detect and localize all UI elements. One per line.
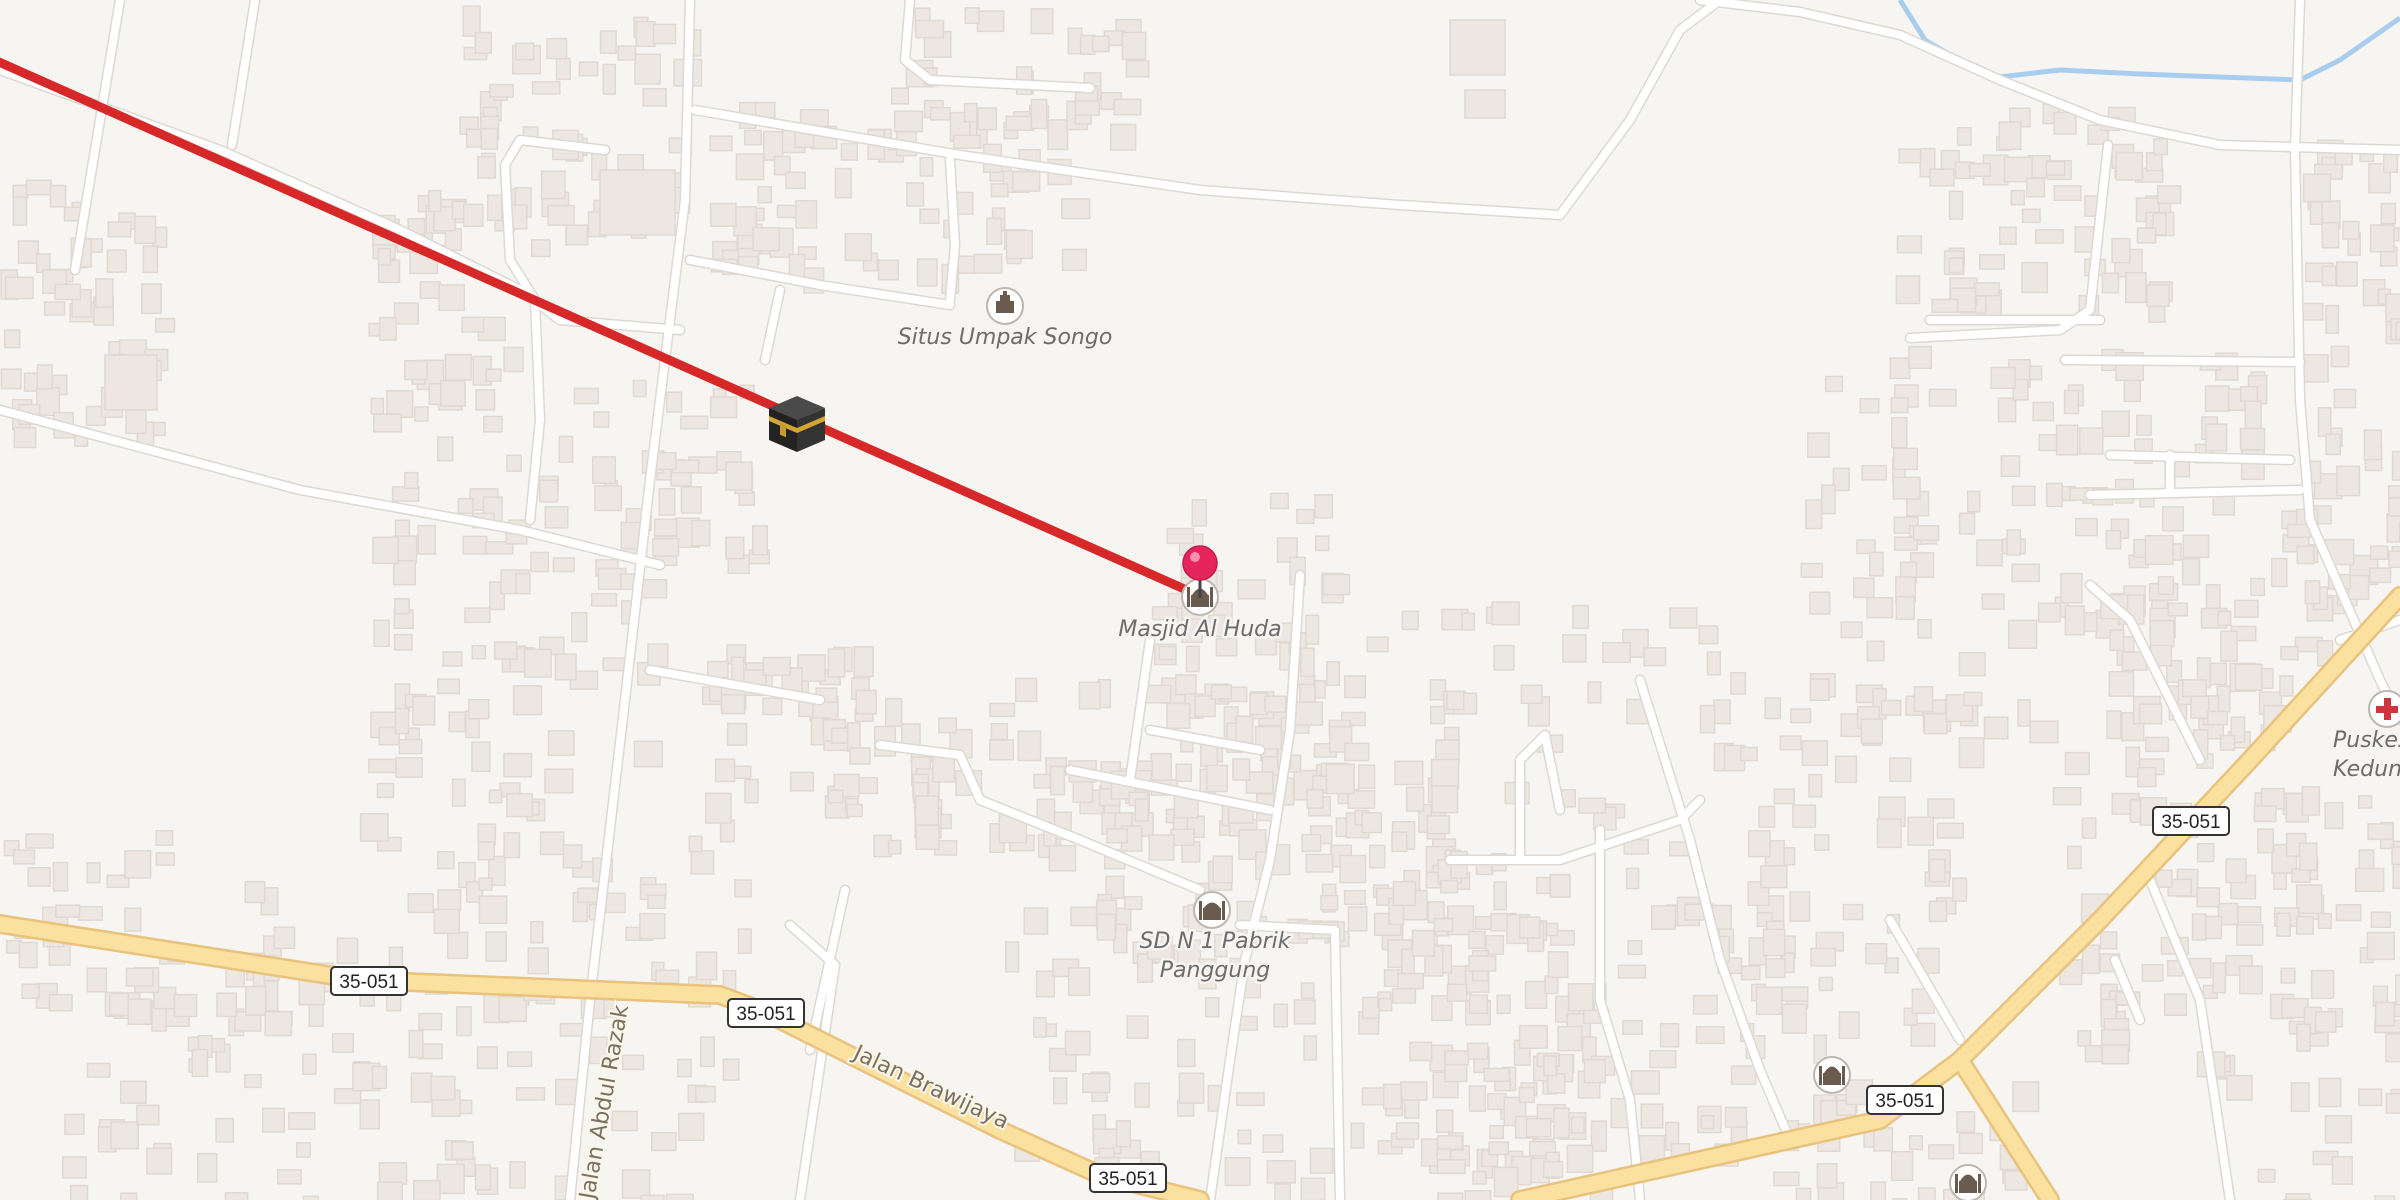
poi-label-line2: Panggung xyxy=(1160,958,1271,983)
poi-unlabeled[interactable] xyxy=(1813,1056,1851,1094)
svg-text:35-051: 35-051 xyxy=(736,1004,795,1025)
road-shield: 35-051 xyxy=(727,998,805,1028)
road-shield: 35-051 xyxy=(2152,806,2230,836)
kaaba-marker[interactable] xyxy=(769,396,825,452)
kaaba-icon xyxy=(769,396,825,452)
svg-text:35-051: 35-051 xyxy=(339,972,398,993)
map-canvas[interactable]: Jalan Abdul Razak Jalan Brawijaya 35-051… xyxy=(0,0,2400,1200)
road-shield: 35-051 xyxy=(1866,1085,1944,1115)
road-shield: 35-051 xyxy=(330,966,408,996)
svg-text:35-051: 35-051 xyxy=(1875,1091,1934,1112)
location-pin-icon xyxy=(1182,545,1218,581)
poi-label: Situs Umpak Songo xyxy=(898,325,1113,350)
poi-label-line2: Kedung xyxy=(2333,757,2400,782)
poi-label: Puskes xyxy=(2333,728,2400,753)
svg-text:35-051: 35-051 xyxy=(1098,1169,1157,1190)
poi-label: SD N 1 Pabrik xyxy=(1140,929,1292,954)
poi-label: Masjid Al Huda xyxy=(1118,617,1281,642)
road-shield: 35-051 xyxy=(1089,1163,1167,1193)
map-layer[interactable]: Jalan Abdul Razak Jalan Brawijaya 35-051… xyxy=(0,0,2400,1200)
svg-text:35-051: 35-051 xyxy=(2161,812,2220,833)
poi-unlabeled[interactable] xyxy=(1949,1164,1987,1200)
